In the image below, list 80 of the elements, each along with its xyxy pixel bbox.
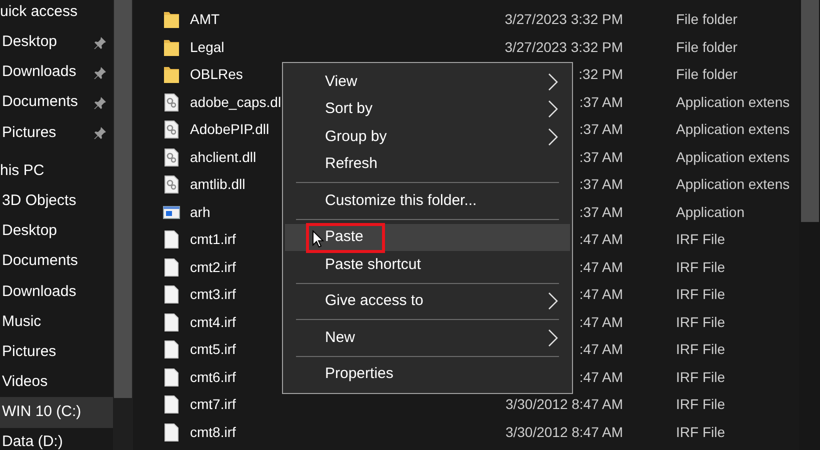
scrollbar-thumb[interactable] xyxy=(801,0,819,222)
file-type: IRF File xyxy=(675,368,725,387)
menu-item[interactable]: Paste xyxy=(285,224,570,251)
file-date: :37 AM xyxy=(578,120,623,140)
file-type: Application extens xyxy=(675,92,790,112)
menu-item[interactable]: View xyxy=(285,68,570,96)
file-date: :47 AM xyxy=(578,340,623,360)
sidebar-item[interactable]: Pictures xyxy=(0,337,113,368)
file-name[interactable]: cmt7.irf xyxy=(180,394,485,416)
file-type: File folder xyxy=(675,10,738,30)
file-name[interactable]: AMT xyxy=(180,9,485,30)
sidebar-item[interactable]: Desktop xyxy=(0,27,113,58)
file-date: :47 AM xyxy=(578,285,623,304)
menu-item[interactable]: Give access to xyxy=(285,288,570,315)
file-icon xyxy=(163,422,180,442)
file-date: :37 AM xyxy=(578,92,623,112)
file-date: 3/30/2012 8:47 AM xyxy=(504,422,623,442)
sidebar-item[interactable]: Downloads xyxy=(0,57,113,88)
scrollbar-thumb[interactable] xyxy=(114,0,132,398)
gear-file-icon xyxy=(163,120,180,140)
menu-item[interactable]: Group by xyxy=(285,123,570,150)
file-icon xyxy=(163,230,180,250)
file-name[interactable]: Legal xyxy=(180,36,485,58)
file-date: :32 PM xyxy=(578,65,623,84)
sidebar-heading[interactable]: his PC xyxy=(0,156,113,186)
sidebar-item[interactable]: 3D Objects xyxy=(0,186,113,216)
sidebar-item[interactable]: Music xyxy=(0,306,113,338)
folder-icon xyxy=(163,10,180,30)
file-type: IRF File xyxy=(675,422,725,442)
menu-item[interactable]: Refresh xyxy=(285,150,570,178)
file-date: :37 AM xyxy=(578,202,623,222)
cursor-icon xyxy=(312,230,324,248)
file-type: IRF File xyxy=(675,285,725,304)
sidebar-item[interactable]: Documents xyxy=(0,88,113,118)
file-type: Application extens xyxy=(675,120,790,140)
sidebar-item[interactable]: Downloads xyxy=(0,276,113,307)
file-date: :47 AM xyxy=(578,230,623,250)
gear-file-icon xyxy=(163,92,180,112)
file-type: Application extens xyxy=(675,175,790,194)
file-type: IRF File xyxy=(675,312,725,332)
file-date: :47 AM xyxy=(578,258,623,277)
file-icon xyxy=(163,258,180,277)
file-date: 3/30/2012 8:47 AM xyxy=(504,395,623,414)
scrollbar-track[interactable] xyxy=(113,0,133,450)
sidebar-item[interactable]: Data (D:) xyxy=(0,428,113,450)
menu-item[interactable]: New xyxy=(285,324,570,352)
sidebar-item[interactable]: WIN 10 (C:) xyxy=(0,397,113,428)
sidebar-item[interactable]: Desktop xyxy=(0,216,113,246)
file-date: :47 AM xyxy=(578,312,623,332)
file-date: :47 AM xyxy=(578,368,623,387)
gear-file-icon xyxy=(163,148,180,167)
folder-icon xyxy=(163,38,180,57)
file-date: 3/27/2023 3:32 PM xyxy=(504,10,623,30)
sidebar-heading[interactable]: uick access xyxy=(0,0,113,28)
gear-file-icon xyxy=(163,175,180,194)
menu-item[interactable]: Sort by xyxy=(285,96,570,123)
file-type: File folder xyxy=(675,65,738,84)
menu-item[interactable]: Properties xyxy=(285,360,570,388)
file-name[interactable]: cmt8.irf xyxy=(180,422,485,443)
file-type: Application xyxy=(675,202,744,222)
file-date: :37 AM xyxy=(578,175,623,194)
folder-icon xyxy=(163,65,180,84)
file-type: File folder xyxy=(675,38,738,57)
menu-item[interactable]: Paste shortcut xyxy=(285,251,570,278)
file-icon xyxy=(163,395,180,414)
file-icon xyxy=(163,312,180,332)
file-type: Application extens xyxy=(675,148,790,167)
file-icon xyxy=(163,285,180,304)
file-date: :37 AM xyxy=(578,148,623,167)
sidebar-item[interactable]: Pictures xyxy=(0,118,113,148)
file-icon xyxy=(163,340,180,360)
file-type: IRF File xyxy=(675,340,725,360)
menu-item[interactable]: Customize this folder... xyxy=(285,187,570,214)
file-type: IRF File xyxy=(675,230,725,250)
file-type: IRF File xyxy=(675,395,725,414)
sidebar-item[interactable]: Videos xyxy=(0,367,113,398)
file-type: IRF File xyxy=(675,258,725,277)
file-date: 3/27/2023 3:32 PM xyxy=(504,38,623,57)
file-icon xyxy=(163,368,180,387)
sidebar-item[interactable]: Documents xyxy=(0,246,113,277)
